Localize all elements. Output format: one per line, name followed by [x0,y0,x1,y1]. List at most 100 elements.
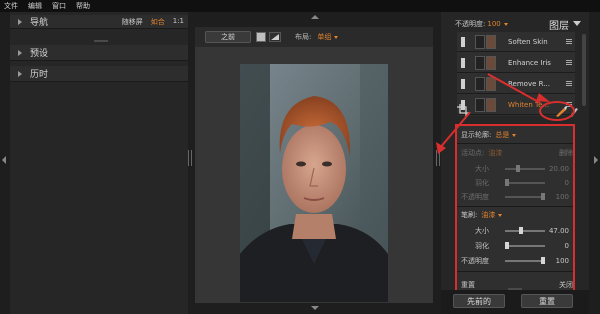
feather-label: 羽化 [475,242,489,250]
layers-header: 不透明度: 100 图层 [441,16,589,32]
size-slider[interactable] [505,227,545,234]
zoom-option-fit[interactable]: 如合 [151,17,165,27]
menu-window[interactable]: 窗口 [52,1,66,11]
reset-button[interactable]: 重置 [521,294,573,308]
brush-properties-panel: 显示轮廓: 总是 活动点: 油漆 删除 大小 20.00 羽化 0 不透明度 1… [455,124,575,296]
upper-size-row: 大小 20.00 [457,162,573,176]
zoom-option-1to1[interactable]: 1:1 [173,17,184,27]
left-panel: 导航 随移屏 如合 1:1 预设 历时 [10,12,188,314]
layer-mask-thumbnail [475,34,485,49]
previous-button[interactable]: 先前的 [453,294,505,308]
opacity-value: 100 [555,193,569,201]
expand-triangle-icon[interactable] [18,49,22,56]
layer-menu-icon[interactable] [566,60,572,65]
layer-row[interactable]: Soften Skin [457,32,575,52]
upper-opacity-row: 不透明度 100 [457,190,573,204]
visibility-icon[interactable] [461,36,465,47]
opacity-value: 100 [555,257,569,265]
display-mask-value: 总是 [495,131,510,139]
opacity-value: 100 [487,20,501,28]
layers-scrollbar[interactable] [582,34,586,106]
reset-link[interactable]: 重置 [461,280,475,290]
mode-value: 油漆 [488,149,503,157]
collapse-right-arrow-icon[interactable] [594,156,598,164]
slider-knob[interactable] [541,257,545,264]
layer-mask-thumbnail [475,97,485,112]
display-mask-row: 显示轮廓: 总是 [461,128,577,142]
feather-slider[interactable] [505,242,545,249]
layer-row[interactable]: Remove R... [457,74,575,94]
expand-triangle-icon[interactable] [18,70,22,77]
size-label: 大小 [475,227,489,235]
brush-row: 笔刷: 油漆 [461,208,577,222]
portrait-photo [240,64,388,302]
layer-menu-icon[interactable] [566,39,572,44]
layout-label: 布局: [295,33,312,41]
opacity-label: 不透明度 [461,257,489,265]
chevron-down-icon [334,36,339,39]
opacity-slider[interactable] [505,257,545,264]
layer-name: Enhance Iris [508,58,551,67]
layout-dropdown[interactable]: 单组 [317,32,339,42]
close-link[interactable]: 关闭 [559,280,573,290]
feather-label: 羽化 [475,179,489,187]
navigator-grip[interactable] [94,40,108,42]
bottom-button-bar: 先前的 重置 [441,290,589,314]
brush-label: 笔刷: [461,211,478,219]
menu-file[interactable]: 文件 [4,1,18,11]
collapse-top-arrow-icon[interactable] [311,15,319,19]
mode-dropdown[interactable]: 油漆 [488,148,502,158]
single-view-icon[interactable] [256,32,266,42]
delete-button[interactable]: 删除 [559,148,573,158]
visibility-icon[interactable] [461,57,465,68]
zoom-option-pan[interactable]: 随移屏 [122,17,143,27]
layer-thumbnail [486,34,496,49]
size-slider[interactable] [505,165,545,172]
right-panel-grip[interactable] [508,288,522,290]
slider-knob[interactable] [505,179,509,186]
opacity-slider[interactable] [505,193,545,200]
layer-thumbnail [486,55,496,70]
before-button[interactable]: 之前 [205,31,251,43]
navigator-header[interactable]: 导航 随移屏 如合 1:1 [10,15,188,29]
left-splitter-handle[interactable] [188,150,192,166]
lower-opacity-row: 不透明度 100 [457,254,573,268]
history-title: 历时 [30,70,49,80]
layer-name: Remove R... [508,79,550,88]
slider-knob[interactable] [519,227,524,234]
presets-header[interactable]: 预设 [10,45,188,61]
chevron-down-icon [512,134,517,137]
layout-value: 单组 [317,33,332,41]
brush-dropdown[interactable]: 油漆 [481,210,503,220]
size-value: 47.00 [548,227,569,235]
expand-triangle-icon[interactable] [18,18,22,25]
opacity-dropdown[interactable]: 100 [487,20,508,28]
chevron-down-icon [503,23,508,26]
panel-collapse-icon[interactable] [573,21,581,26]
slider-knob[interactable] [541,193,545,200]
layer-mask-thumbnail [475,55,485,70]
feather-slider[interactable] [505,179,545,186]
image-canvas[interactable] [195,47,433,303]
split-view-icon[interactable] [269,32,281,42]
menu-help[interactable]: 帮助 [76,1,90,11]
slider-knob[interactable] [505,242,509,249]
history-header[interactable]: 历时 [10,66,188,82]
display-mask-dropdown[interactable]: 总是 [495,130,517,140]
layer-row[interactable]: Enhance Iris [457,53,575,73]
display-mask-label: 显示轮廓: [461,131,492,139]
slider-knob[interactable] [515,165,520,172]
brush-value: 油漆 [481,211,496,219]
divider [457,271,573,272]
menu-edit[interactable]: 编辑 [28,1,42,11]
feather-value: 0 [564,242,569,250]
divider [457,206,573,207]
annotation-arrow-head [536,93,550,102]
chevron-down-icon [498,214,503,217]
annotation-arrow-head [436,142,446,154]
collapse-left-arrow-icon[interactable] [2,156,6,164]
visibility-icon[interactable] [461,78,465,89]
collapse-bottom-arrow-icon[interactable] [311,306,319,310]
layer-menu-icon[interactable] [566,81,572,86]
opacity-label: 不透明度: [455,20,486,28]
